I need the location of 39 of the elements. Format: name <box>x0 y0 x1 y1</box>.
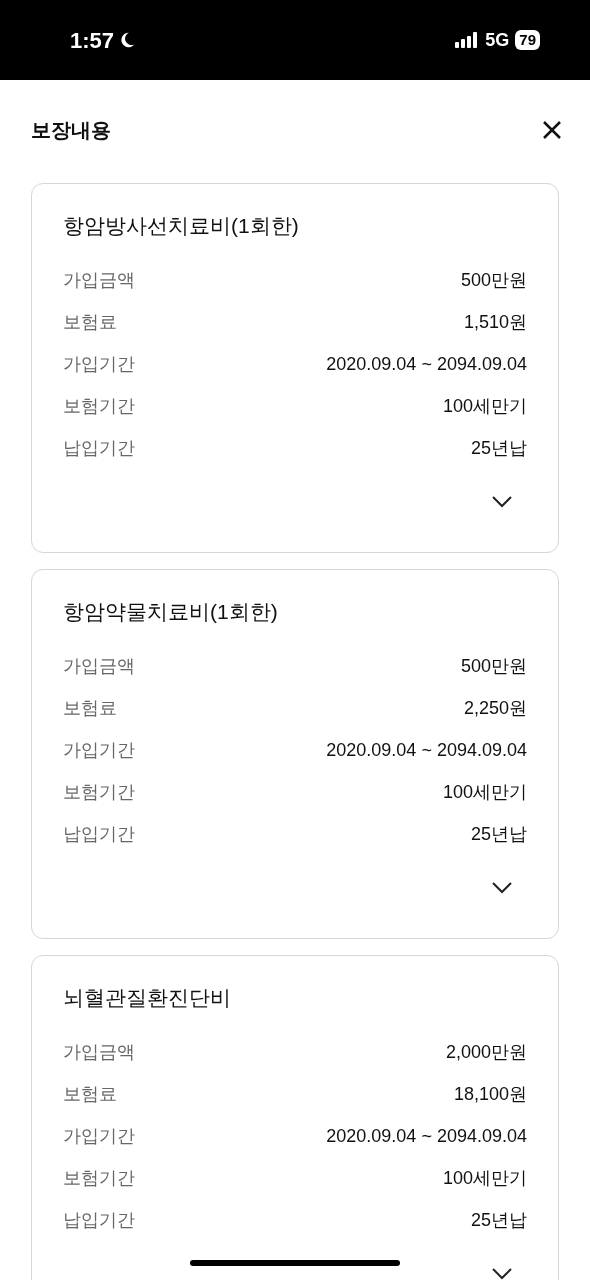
row-value: 100세만기 <box>442 394 527 418</box>
row-value: 2020.09.04 ~ 2094.09.04 <box>326 1124 527 1148</box>
row-label: 납입기간 <box>63 822 135 846</box>
row-value: 2020.09.04 ~ 2094.09.04 <box>326 352 527 376</box>
row-value: 25년납 <box>470 822 527 846</box>
battery-icon: 79 <box>515 30 540 50</box>
row-value: 2,250원 <box>463 696 527 720</box>
row-label: 가입기간 <box>63 738 135 762</box>
row-value: 25년납 <box>470 1208 527 1232</box>
row-value: 18,100원 <box>453 1082 527 1106</box>
row-label: 보험기간 <box>63 394 135 418</box>
row-value: 1,510원 <box>463 310 527 334</box>
row-label: 보험료 <box>63 310 117 334</box>
status-time: 1:57 <box>70 26 115 55</box>
row-value: 2,000만원 <box>445 1040 527 1064</box>
row-label: 가입금액 <box>63 654 135 678</box>
row-value: 25년납 <box>470 436 527 460</box>
row-value: 2020.09.04 ~ 2094.09.04 <box>326 738 527 762</box>
row-label: 보험료 <box>63 696 117 720</box>
row-label: 가입기간 <box>63 352 135 376</box>
row-label: 가입기간 <box>63 1124 135 1148</box>
row-label: 납입기간 <box>63 436 135 460</box>
row-value: 500만원 <box>460 268 527 292</box>
network-label: 5G <box>485 28 510 52</box>
row-value: 100세만기 <box>442 1166 527 1190</box>
coverage-title: 뇌혈관질환진단비 <box>63 985 232 1011</box>
coverage-title: 항암방사선치료비(1회한) <box>63 213 300 239</box>
row-label: 보험료 <box>63 1082 117 1106</box>
close-icon[interactable] <box>542 120 562 140</box>
row-label: 가입금액 <box>63 1040 135 1064</box>
row-label: 납입기간 <box>63 1208 135 1232</box>
row-value: 100세만기 <box>442 780 527 804</box>
signal-icon <box>455 32 480 48</box>
row-value: 500만원 <box>460 654 527 678</box>
page-title: 보장내용 <box>31 118 111 143</box>
row-label: 가입금액 <box>63 268 135 292</box>
coverage-title: 항암약물치료비(1회한) <box>63 599 279 625</box>
row-label: 보험기간 <box>63 1166 135 1190</box>
row-label: 보험기간 <box>63 780 135 804</box>
